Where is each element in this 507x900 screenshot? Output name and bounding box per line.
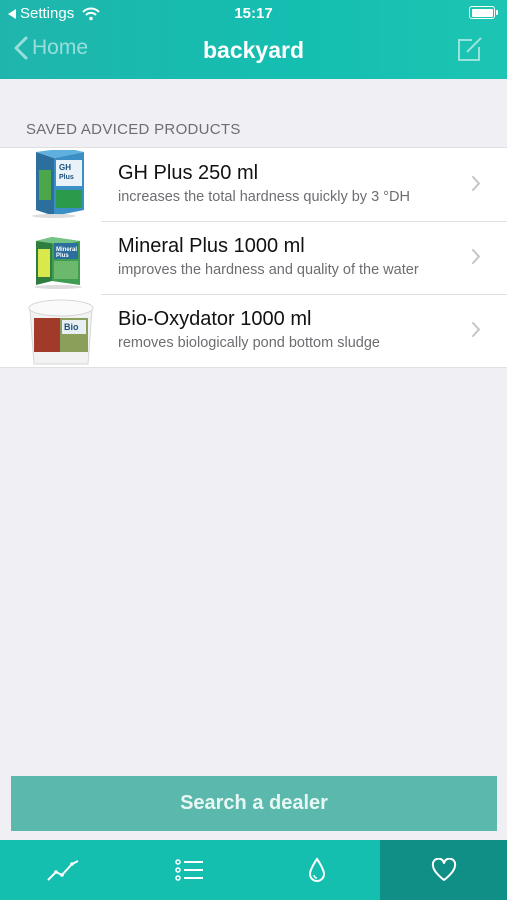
product-image: GH Plus bbox=[26, 148, 96, 220]
tab-water[interactable] bbox=[254, 840, 381, 900]
product-text: Bio-Oxydator 1000 ml removes biologicall… bbox=[101, 294, 507, 367]
svg-text:Plus: Plus bbox=[59, 174, 74, 181]
product-row-bio-oxydator[interactable]: Bio Bio-Oxydator 1000 ml removes biologi… bbox=[0, 294, 507, 367]
product-image: Bio bbox=[26, 296, 96, 366]
saved-products-list: GH Plus GH Plus 250 ml increases the tot… bbox=[0, 147, 507, 368]
product-title: Bio-Oxydator 1000 ml bbox=[118, 308, 312, 330]
chevron-right-icon bbox=[472, 322, 480, 337]
navigation-bar: Home backyard bbox=[0, 28, 507, 79]
product-subtitle: removes biologically pond bottom sludge bbox=[118, 335, 380, 351]
search-dealer-button[interactable]: Search a dealer bbox=[11, 776, 497, 831]
battery-icon bbox=[469, 6, 498, 19]
chevron-right-icon bbox=[472, 176, 480, 191]
product-subtitle: improves the hardness and quality of the… bbox=[118, 262, 419, 278]
header: Settings 15:17 Home backyard bbox=[0, 0, 507, 79]
tab-favorites[interactable] bbox=[380, 840, 507, 900]
chart-line-icon bbox=[47, 860, 79, 881]
product-image: Mineral Plus bbox=[26, 223, 96, 293]
compose-icon bbox=[458, 37, 482, 61]
tab-list[interactable] bbox=[127, 840, 254, 900]
product-title: GH Plus 250 ml bbox=[118, 162, 259, 184]
svg-text:GH: GH bbox=[59, 163, 71, 172]
product-row-mineral-plus[interactable]: Mineral Plus Mineral Plus 1000 ml improv… bbox=[0, 221, 507, 294]
product-title: Mineral Plus 1000 ml bbox=[118, 235, 305, 257]
svg-text:Bio: Bio bbox=[64, 322, 79, 332]
chevron-right-icon bbox=[472, 249, 480, 264]
product-row-gh-plus[interactable]: GH Plus GH Plus 250 ml increases the tot… bbox=[0, 148, 507, 221]
water-drop-icon bbox=[308, 857, 325, 882]
tab-bar bbox=[0, 840, 507, 900]
edit-button[interactable] bbox=[455, 36, 483, 69]
product-text: GH Plus 250 ml increases the total hardn… bbox=[101, 148, 507, 221]
status-bar: Settings 15:17 bbox=[0, 0, 507, 28]
svg-text:Plus: Plus bbox=[56, 253, 69, 259]
tab-statistics[interactable] bbox=[0, 840, 127, 900]
list-icon bbox=[175, 859, 204, 881]
status-time: 15:17 bbox=[234, 5, 273, 22]
product-text: Mineral Plus 1000 ml improves the hardne… bbox=[101, 221, 507, 294]
heart-icon bbox=[431, 858, 456, 881]
product-subtitle: increases the total hardness quickly by … bbox=[118, 189, 410, 205]
page-title: backyard bbox=[202, 37, 304, 63]
section-title: SAVED ADVICED PRODUCTS bbox=[26, 121, 241, 138]
